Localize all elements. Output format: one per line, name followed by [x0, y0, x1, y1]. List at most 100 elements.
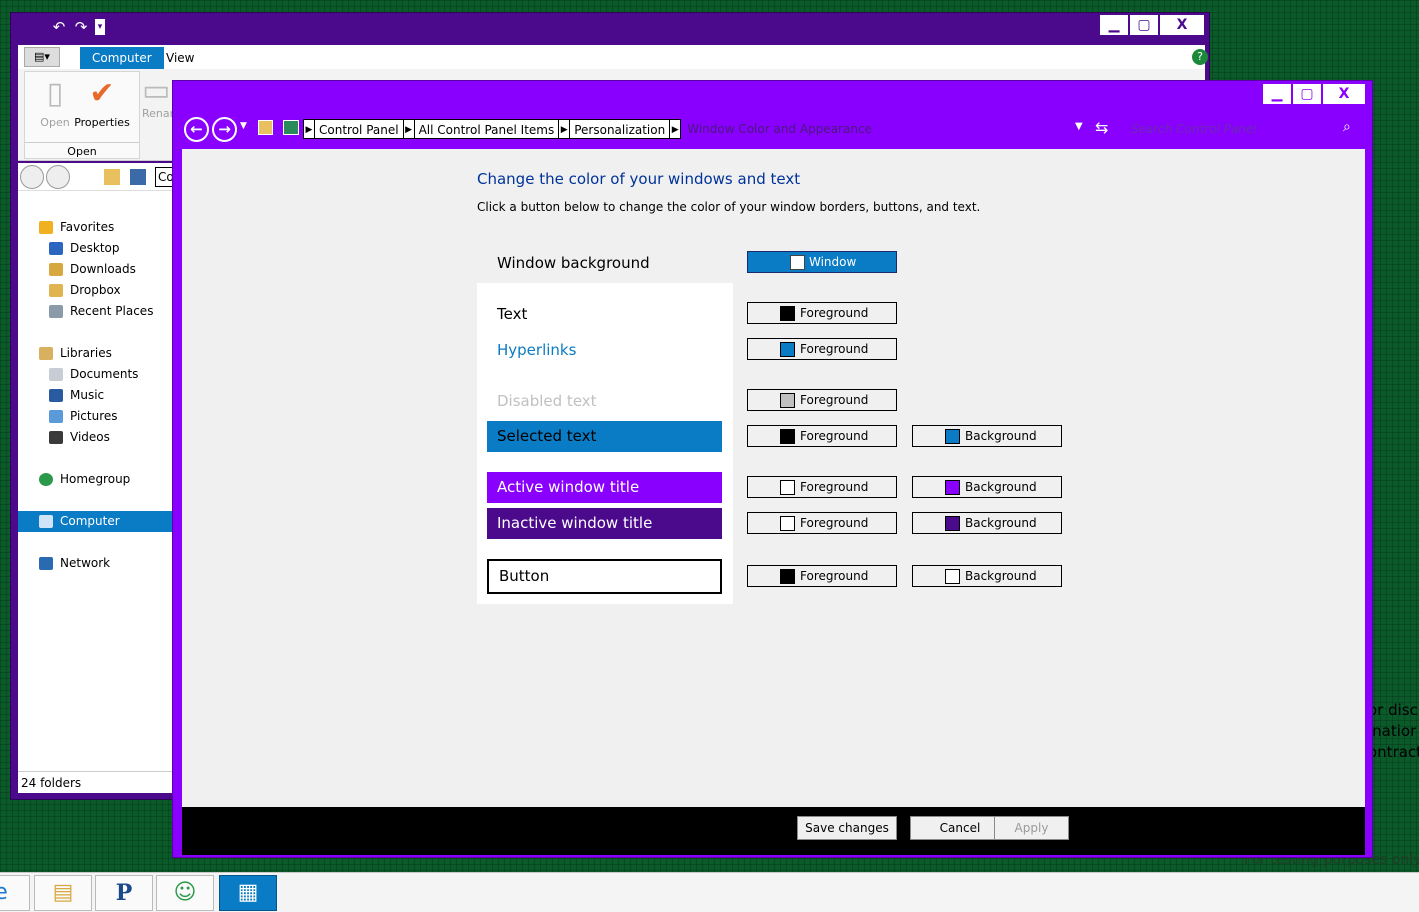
preview-disabled-text: Disabled text [497, 392, 597, 410]
explorer-nav-pane: Favorites Desktop Downloads Dropbox Rece… [18, 191, 184, 771]
save-changes-button[interactable]: Save changes [797, 816, 897, 840]
disabled-foreground-button[interactable]: Foreground [747, 389, 897, 411]
breadcrumb-separator-icon[interactable]: ▶ [402, 119, 415, 139]
control-panel-icon[interactable]: ▦ [219, 875, 277, 911]
nav-network[interactable]: Network [18, 553, 184, 574]
file-menu-button[interactable]: ▤▾ [24, 47, 60, 67]
preview-button: Button [487, 559, 722, 594]
selected-foreground-button[interactable]: Foreground [747, 425, 897, 447]
properties-label: Properties [74, 116, 130, 129]
recent-places-icon [49, 305, 63, 318]
ribbon-group-open: ▯ Open ✔ Properties Open [24, 71, 140, 159]
explorer-maximize-button[interactable]: ▢ [1130, 15, 1158, 35]
search-input[interactable]: Search Control Panel [1125, 119, 1365, 139]
nav-pictures[interactable]: Pictures [18, 406, 184, 427]
users-icon[interactable]: ☺ [156, 875, 214, 911]
nav-documents[interactable]: Documents [18, 364, 184, 385]
button-label: Background [965, 516, 1037, 530]
refresh-icon[interactable]: ⇆ [1095, 118, 1108, 137]
nav-label: Homegroup [60, 472, 131, 486]
redo-icon[interactable]: ↷ [73, 19, 89, 35]
explorer-close-button[interactable]: X [1160, 15, 1204, 35]
folder-icon [49, 284, 63, 297]
breadcrumb-control-panel[interactable]: Control Panel [315, 119, 403, 139]
preview-active-title: Active window title [487, 472, 722, 503]
file-explorer-icon[interactable]: ▤ [34, 875, 92, 911]
window-background-label: Window background [497, 254, 650, 272]
nav-music[interactable]: Music [18, 385, 184, 406]
breadcrumb-all-items[interactable]: All Control Panel Items [414, 119, 559, 139]
active-title-background-button[interactable]: Background [912, 476, 1062, 498]
nav-favorites[interactable]: Favorites [18, 217, 184, 238]
explorer-minimize-button[interactable]: ▁ [1100, 15, 1128, 35]
address-dropdown-icon[interactable]: ▼ [1075, 121, 1083, 132]
apply-button[interactable]: Apply [994, 816, 1069, 840]
inactive-title-foreground-button[interactable]: Foreground [747, 512, 897, 534]
breadcrumb-personalization[interactable]: Personalization [570, 119, 670, 139]
control-panel-window[interactable]: ▁ ▢ X ← → ▼ ▶ Control Panel ▶ All Contro… [172, 80, 1373, 858]
undo-icon[interactable]: ↶ [51, 19, 67, 35]
color-swatch [945, 480, 960, 495]
cp-maximize-button[interactable]: ▢ [1293, 84, 1321, 104]
hyperlink-foreground-button[interactable]: Foreground [747, 338, 897, 360]
forward-button[interactable]: → [212, 117, 237, 142]
nav-label: Downloads [70, 262, 136, 276]
cp-content: Change the color of your windows and tex… [182, 149, 1365, 807]
nav-downloads[interactable]: Downloads [18, 259, 184, 280]
help-icon[interactable]: ? [1192, 49, 1208, 65]
breadcrumb-separator-icon[interactable]: ▶ [669, 119, 682, 139]
search-icon[interactable]: ⌕ [1343, 119, 1351, 135]
selected-background-button[interactable]: Background [912, 425, 1062, 447]
explorer-ribbon-tabs: ▤▾ Computer View ? [18, 45, 1208, 69]
desktop-text-fragments: or discl inatior ontract [1368, 700, 1419, 763]
tab-computer[interactable]: Computer [80, 47, 164, 69]
back-button[interactable] [20, 165, 44, 189]
button-label: Background [965, 480, 1037, 494]
button-label: Foreground [800, 480, 869, 494]
button-label: Background [965, 429, 1037, 443]
active-title-foreground-button[interactable]: Foreground [747, 476, 897, 498]
window-color-button[interactable]: Window [747, 251, 897, 273]
nav-label: Libraries [60, 346, 112, 360]
pictures-icon [49, 410, 63, 423]
inactive-title-background-button[interactable]: Background [912, 512, 1062, 534]
control-panel-icon [283, 120, 299, 135]
explorer-status-bar: 24 folders [18, 771, 184, 793]
breadcrumb-separator-icon[interactable]: ▶ [558, 119, 571, 139]
back-button[interactable]: ← [184, 117, 209, 142]
button-label: Foreground [800, 342, 869, 356]
nav-label: Pictures [70, 409, 118, 423]
breadcrumb: ▶ Control Panel ▶ All Control Panel Item… [303, 119, 872, 139]
properties-button[interactable]: ✔ Properties [69, 78, 135, 136]
nav-recent-places[interactable]: Recent Places [18, 301, 184, 322]
recent-pages-chevron-icon[interactable]: ▼ [240, 121, 247, 131]
publisher-icon[interactable]: P [95, 875, 153, 911]
videos-icon [49, 431, 63, 444]
cp-minimize-button[interactable]: ▁ [1263, 84, 1291, 104]
breadcrumb-separator-icon[interactable]: ▶ [303, 119, 315, 139]
nav-videos[interactable]: Videos [18, 427, 184, 448]
button-background-button[interactable]: Background [912, 565, 1062, 587]
tab-view[interactable]: View [154, 47, 206, 69]
up-folder-icon[interactable] [258, 120, 273, 135]
nav-homegroup[interactable]: Homegroup [18, 469, 184, 490]
internet-explorer-icon[interactable]: e [0, 875, 30, 911]
star-icon [39, 221, 53, 234]
button-label: Foreground [800, 306, 869, 320]
forward-button[interactable] [46, 165, 70, 189]
computer-icon [39, 515, 53, 528]
nav-computer[interactable]: Computer [18, 511, 184, 532]
nav-desktop[interactable]: Desktop [18, 238, 184, 259]
up-folder-icon[interactable] [104, 169, 120, 185]
text-foreground-button[interactable]: Foreground [747, 302, 897, 324]
button-label: Foreground [800, 393, 869, 407]
nav-libraries[interactable]: Libraries [18, 343, 184, 364]
explorer-titlebar[interactable]: ↶ ↷ ▾ ▁ ▢ X [11, 13, 1209, 43]
network-icon [39, 557, 53, 570]
desktop-icon [49, 242, 63, 255]
nav-label: Recent Places [70, 304, 154, 318]
cp-close-button[interactable]: X [1323, 84, 1365, 104]
nav-dropbox[interactable]: Dropbox [18, 280, 184, 301]
button-foreground-button[interactable]: Foreground [747, 565, 897, 587]
qat-dropdown-icon[interactable]: ▾ [95, 19, 105, 35]
